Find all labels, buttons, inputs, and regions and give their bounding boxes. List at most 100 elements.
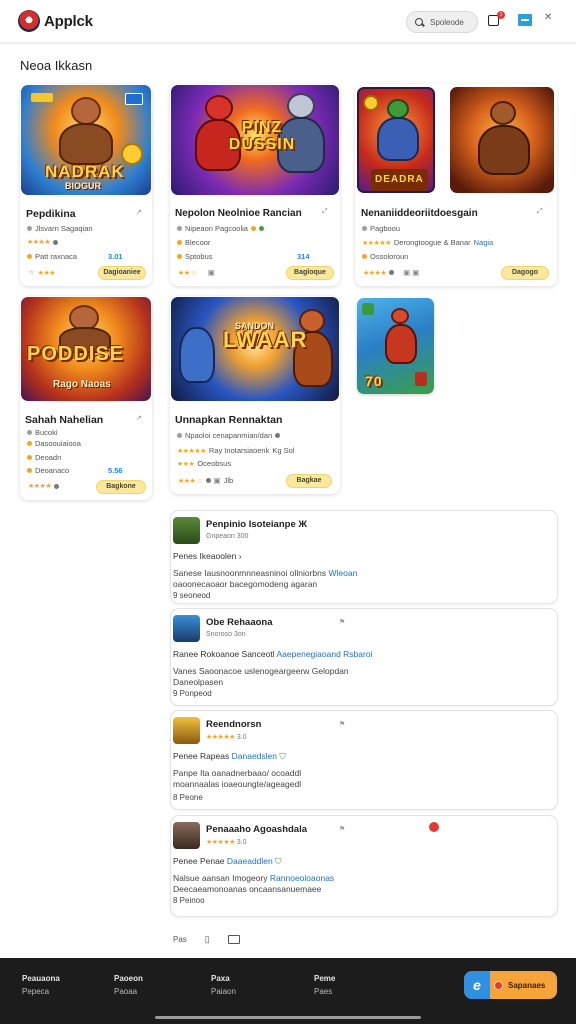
install-button[interactable]: Dagioaniee <box>98 266 146 280</box>
character-head <box>71 97 101 125</box>
game-meta: Deoadn <box>27 453 61 462</box>
game-card[interactable]: LWAAR SANDON Unnapkan Rennaktan Npaoloi … <box>170 296 340 494</box>
game-card[interactable]: PINZ DUSSIN Nepolon Neolnioe Rancian ⤢ N… <box>170 84 340 286</box>
character-head <box>287 93 315 119</box>
game-rating: ★★ ☆ ▣ <box>178 268 215 277</box>
artwork-title: DEADRA <box>371 169 428 191</box>
game-meta: Jlsvarn Sagaqian <box>27 224 93 233</box>
game-artwork[interactable]: DEADRA <box>357 87 435 193</box>
chevron-right-icon: › <box>238 551 242 561</box>
app-logo-icon[interactable] <box>18 10 40 32</box>
reviewer-name[interactable]: Reendnorsn <box>206 719 261 730</box>
game-meta: Patt raxnaca <box>27 252 77 261</box>
section-title: Neoa Ikkasn <box>20 58 93 73</box>
review-body: Panpe Ita oanadnerbaao/ ocoaddl moannaal… <box>173 768 302 789</box>
footer-link[interactable]: Paxa <box>211 972 236 985</box>
game-rating: ★★★★ <box>27 238 59 246</box>
review-link[interactable]: Rannoeoloaonas <box>270 873 334 883</box>
page-icon[interactable]: ▯ <box>205 934 210 945</box>
game-rating: ★★★ ☆ ▣ Jlb <box>178 476 234 485</box>
status-dot <box>54 483 60 489</box>
screen-icon[interactable] <box>227 935 240 944</box>
game-card[interactable]: PODDISE Rago Naoas Sahah Nahelian ↗ Buco… <box>20 296 152 500</box>
reviewer-avatar[interactable] <box>173 517 200 544</box>
flag-icon[interactable]: ⚑ <box>339 720 345 728</box>
like-icon[interactable]: ☆ <box>28 268 35 277</box>
game-meta: Sptobus <box>177 252 213 261</box>
cart-badge: 1 <box>497 11 505 19</box>
install-button[interactable]: Dagogo <box>501 266 549 280</box>
footer-link[interactable]: Peme <box>314 972 335 985</box>
review-link[interactable]: Wleoan <box>328 568 357 578</box>
game-artwork[interactable] <box>450 87 554 193</box>
footer-link[interactable]: Paes <box>314 985 335 998</box>
game-artwork[interactable]: NADRAK BIOGUR <box>21 85 151 195</box>
share-icon[interactable]: ↗ <box>136 414 142 422</box>
review-meta: ★★★★★ 3.0 <box>206 839 247 846</box>
install-button[interactable]: Bagkae <box>286 474 332 488</box>
game-artwork[interactable]: 70 <box>357 298 434 394</box>
review-link[interactable]: Danaedslen <box>232 751 277 761</box>
image-icon[interactable]: ▣ <box>214 476 221 485</box>
app-title[interactable]: Applck <box>44 13 93 30</box>
reviewer-name[interactable]: Penaaaho Agoashdala <box>206 824 307 835</box>
install-button[interactable]: Bagkone <box>96 480 146 494</box>
game-artwork[interactable]: PINZ DUSSIN <box>171 85 339 195</box>
artwork-title: NADRAK <box>45 162 125 181</box>
review-link[interactable]: Daaeaddlen <box>227 856 273 866</box>
download-button[interactable]: e Sapanaes <box>464 971 557 999</box>
install-button[interactable]: Bagloque <box>286 266 334 280</box>
game-title[interactable]: Nepolon Neolnioe Rancian <box>175 208 302 219</box>
notification-dot <box>494 980 503 990</box>
footer-link[interactable]: Peauaona <box>22 972 60 985</box>
game-artwork[interactable]: LWAAR SANDON <box>171 297 339 401</box>
rating-stars: ★★★ ☆ <box>178 477 203 485</box>
artwork-subtitle: Rago Naoas <box>53 379 111 390</box>
reviewer-name[interactable]: Obe Rehaaona <box>206 617 273 628</box>
menu-icon[interactable] <box>518 14 532 26</box>
share-icon[interactable]: ↗ <box>136 208 142 216</box>
reviewer-name[interactable]: Penpinio Isoteianpe Ж <box>206 519 307 530</box>
reviewer-avatar[interactable] <box>173 822 200 849</box>
image-icon[interactable]: ▣ <box>208 268 215 277</box>
footer-link[interactable]: Paoaa <box>114 985 143 998</box>
review-meta: Snoroso 3on <box>206 631 246 638</box>
review-link[interactable]: Aaepenegiaoand Rsbaroi <box>277 649 373 659</box>
review-footer: 9 Ponpeod <box>173 689 212 698</box>
share-icon[interactable]: ⤢ <box>322 208 328 216</box>
flag-icon[interactable]: ⚑ <box>339 618 345 626</box>
game-card[interactable]: DEADRA Nenaniiddeoriitdoesgain ⤢ Pagboou… <box>355 84 557 286</box>
rating-stars: ★★★★★ <box>206 734 235 741</box>
status-dot <box>258 226 264 231</box>
game-meta: Dasoouiaiooa <box>27 439 81 448</box>
flag-icon[interactable]: ⚑ <box>339 825 345 833</box>
game-artwork[interactable]: PODDISE Rago Naoas <box>21 297 151 401</box>
game-price: 5.56 <box>108 466 123 475</box>
reviewer-avatar[interactable] <box>173 615 200 642</box>
pagination-label[interactable]: Pas <box>173 935 187 944</box>
game-title[interactable]: Sahah Nahelian <box>25 414 103 426</box>
footer-link[interactable]: Paoeon <box>114 972 143 985</box>
reviewer-avatar[interactable] <box>173 717 200 744</box>
game-card[interactable]: NADRAK BIOGUR Pepdikina ↗ Jlsvarn Sagaqi… <box>20 84 152 286</box>
game-title[interactable]: Unnapkan Rennaktan <box>175 414 282 426</box>
review-card: Penpinio Isoteianpe Ж Gnpeaon 300 Penes … <box>170 510 558 604</box>
status-dot <box>362 226 367 231</box>
review-footer: 8 Peinoo <box>173 896 205 905</box>
status-dot <box>27 441 32 446</box>
game-title[interactable]: Pepdikina <box>26 208 76 220</box>
home-indicator[interactable] <box>155 1016 421 1019</box>
footer-link[interactable]: Pepeca <box>22 985 60 998</box>
share-icon[interactable]: ⤢ <box>537 208 543 216</box>
character-body <box>377 117 419 161</box>
status-dot <box>27 468 32 473</box>
close-icon[interactable]: ✕ <box>544 12 552 23</box>
image-icon[interactable]: ▣ ▣ <box>403 268 419 277</box>
game-rating: ★★★★ ▣ ▣ <box>363 268 419 277</box>
review-body: Sanese Iausnoonmnneasninoi ollniorbns Wl… <box>173 568 358 589</box>
review-heading: Ranee Rokoanoe Sanceotl Aaepenegiaoand R… <box>173 649 373 659</box>
search-button[interactable]: Spoleode <box>406 11 478 33</box>
game-title[interactable]: Nenaniiddeoriitdoesgain <box>361 208 478 219</box>
review-heading: Penee Penae Daaeaddlen ⛉ <box>173 856 282 866</box>
footer-link[interactable]: Paiaon <box>211 985 236 998</box>
